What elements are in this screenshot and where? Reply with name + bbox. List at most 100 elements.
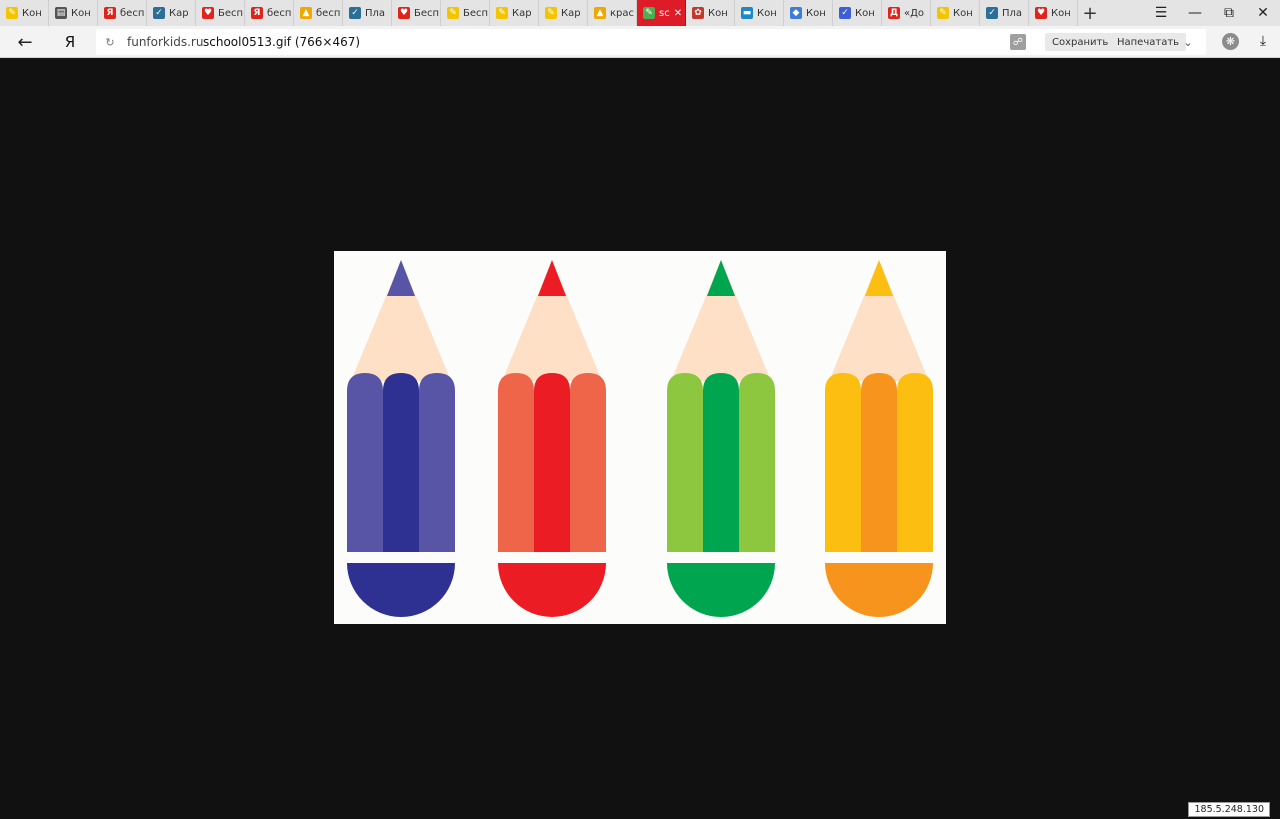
- back-button[interactable]: ←: [12, 30, 38, 54]
- tab-label: бесп: [120, 7, 145, 19]
- heart-icon: ♥: [1035, 7, 1047, 19]
- pencils-image[interactable]: [334, 251, 946, 624]
- tab-label: Бесп: [463, 7, 489, 19]
- tab-label: Кар: [169, 7, 189, 19]
- tab-8[interactable]: ♥ Бесп: [392, 0, 441, 26]
- yandex-pencil-icon: ✎: [496, 7, 508, 19]
- check-icon: ✓: [349, 7, 361, 19]
- reload-icon[interactable]: ↻: [102, 34, 118, 50]
- chevron-down-icon[interactable]: ⌄: [1180, 34, 1196, 50]
- tab-strip: ✎ Кон ▤ Кон Ябесп ✓ Кар ♥ Бесп Ябесп ▲ бесп ✓ Пла ♥ Бес…: [0, 0, 1078, 26]
- tab-9[interactable]: ✎ Бесп: [441, 0, 490, 26]
- tab-21[interactable]: ♥ Кон: [1029, 0, 1078, 26]
- pencil-stripe-blue-0: [347, 373, 383, 552]
- pencil-cap-green: [667, 563, 775, 617]
- pencil-stripe-yellow-0: [825, 373, 861, 552]
- pencil-stripe-yellow-1: [861, 373, 897, 552]
- browser-toolbar: ← Я ↻ funforkids.ru school0513.gif (766×…: [0, 26, 1280, 58]
- book-icon: ▬: [741, 7, 753, 19]
- pencil-stripe-yellow-2: [897, 373, 933, 552]
- letter-d-icon: Д: [888, 7, 900, 19]
- tab-2[interactable]: Ябесп: [98, 0, 147, 26]
- tab-label: Бесп: [414, 7, 440, 19]
- tab-label: Кон: [953, 7, 973, 19]
- tab-label: Кар: [561, 7, 581, 19]
- new-tab-button[interactable]: +: [1078, 0, 1102, 26]
- pencils-illustration: [347, 260, 933, 617]
- tab-bar: ✎ Кон ▤ Кон Ябесп ✓ Кар ♥ Бесп Ябесп ▲ бесп ✓ Пла ♥ Бес…: [0, 0, 1280, 26]
- tab-5[interactable]: Ябесп: [245, 0, 294, 26]
- check-icon: ✓: [986, 7, 998, 19]
- pencil-stripe-green-1: [703, 373, 739, 552]
- tab-label: бесп: [316, 7, 341, 19]
- pencil-stripe-blue-1: [383, 373, 419, 552]
- tab-label: Пла: [365, 7, 386, 19]
- minimize-icon[interactable]: —: [1178, 0, 1212, 26]
- page-icon: ▤: [55, 7, 67, 19]
- tab-14[interactable]: ✿ Кон: [686, 0, 735, 26]
- tab-11[interactable]: ✎ Кар: [539, 0, 588, 26]
- image-icon: ▲: [594, 7, 606, 19]
- tab-6[interactable]: ▲ бесп: [294, 0, 343, 26]
- address-path: school0513.gif (766×467): [203, 35, 361, 49]
- pencil-stripe-red-2: [570, 373, 606, 552]
- tab-19[interactable]: ✎ Кон: [931, 0, 980, 26]
- close-icon[interactable]: ✕: [1246, 0, 1280, 26]
- tab-label: бесп: [267, 7, 292, 19]
- pencil-lead-blue: [387, 260, 415, 296]
- pencil-lead-yellow: [865, 260, 893, 296]
- tab-10[interactable]: ✎ Кар: [490, 0, 539, 26]
- yandex-pencil-icon: ✎: [447, 7, 459, 19]
- pencil-stripe-red-1: [534, 373, 570, 552]
- tab-label: Кар: [512, 7, 532, 19]
- tab-12[interactable]: ▲ крас: [588, 0, 637, 26]
- image-viewer: 185.5.248.130: [0, 58, 1280, 819]
- check-icon: ✓: [839, 7, 851, 19]
- tab-18[interactable]: Д «До: [882, 0, 931, 26]
- ip-address-badge: 185.5.248.130: [1188, 802, 1270, 817]
- tab-0[interactable]: ✎ Кон: [0, 0, 49, 26]
- tab-label: Кон: [71, 7, 91, 19]
- tab-15[interactable]: ▬ Кон: [735, 0, 784, 26]
- pencil-lead-green: [707, 260, 735, 296]
- pencil-stripe-green-2: [739, 373, 775, 552]
- pencil-cap-yellow: [825, 563, 933, 617]
- print-button[interactable]: Напечатать: [1110, 33, 1187, 51]
- pencil-stripe-blue-2: [419, 373, 455, 552]
- extensions-icon[interactable]: ❋: [1222, 33, 1239, 50]
- pencil-stripe-red-0: [498, 373, 534, 552]
- check-icon: ✓: [153, 7, 165, 19]
- heart-icon: ♥: [398, 7, 410, 19]
- pencil-cap-red: [498, 563, 606, 617]
- tab-1[interactable]: ▤ Кон: [49, 0, 98, 26]
- yandex-icon: Я: [104, 7, 116, 19]
- tab-label: Кон: [855, 7, 875, 19]
- yandex-logo[interactable]: Я: [60, 30, 80, 54]
- tab-close-icon[interactable]: ✕: [674, 8, 682, 19]
- download-icon[interactable]: ⤓: [1254, 31, 1272, 51]
- tab-label: Бесп: [218, 7, 244, 19]
- yandex-pencil-icon: ✎: [937, 7, 949, 19]
- tab-label: Кон: [757, 7, 777, 19]
- tab-label: Кон: [22, 7, 42, 19]
- address-bar[interactable]: ↻ funforkids.ru school0513.gif (766×467)…: [96, 29, 1206, 55]
- address-domain: funforkids.ru: [127, 35, 204, 49]
- tab-3[interactable]: ✓ Кар: [147, 0, 196, 26]
- tab-4[interactable]: ♥ Бесп: [196, 0, 245, 26]
- window-controls: ☰ — ⧉ ✕: [1144, 0, 1280, 26]
- diamond-icon: ◆: [790, 7, 802, 19]
- heart-icon: ♥: [202, 7, 214, 19]
- tab-label: крас: [610, 7, 635, 19]
- tab-label: «До: [904, 7, 925, 19]
- yandex-pencil-icon: ✎: [545, 7, 557, 19]
- tab-7[interactable]: ✓ Пла: [343, 0, 392, 26]
- save-button[interactable]: Сохранить: [1045, 33, 1116, 51]
- pencil-stripe-green-0: [667, 373, 703, 552]
- tab-13[interactable]: ✎ sc ✕: [637, 0, 686, 26]
- protect-icon[interactable]: ☍: [1010, 34, 1026, 50]
- menu-icon[interactable]: ☰: [1144, 0, 1178, 26]
- tab-17[interactable]: ✓ Кон: [833, 0, 882, 26]
- tab-16[interactable]: ◆ Кон: [784, 0, 833, 26]
- tab-20[interactable]: ✓ Пла: [980, 0, 1029, 26]
- restore-icon[interactable]: ⧉: [1212, 0, 1246, 26]
